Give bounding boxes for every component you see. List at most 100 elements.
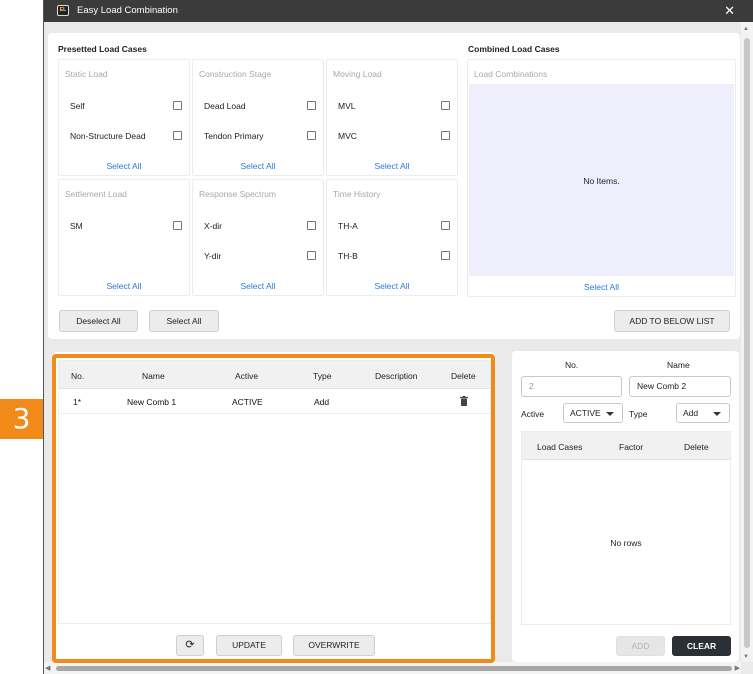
- select-all-link[interactable]: Select All: [468, 282, 735, 292]
- checkbox[interactable]: [307, 251, 316, 260]
- scroll-right-icon[interactable]: ▶: [735, 664, 740, 672]
- table-row[interactable]: 1* New Comb 1 ACTIVE Add: [59, 390, 490, 414]
- scroll-left-icon[interactable]: ◀: [45, 664, 50, 672]
- table-header: No. Name Active Type Description Delete: [59, 361, 490, 389]
- checkbox[interactable]: [307, 101, 316, 110]
- select-all-link[interactable]: Select All: [193, 161, 323, 171]
- load-case-label: TH-A: [338, 221, 358, 231]
- table-header: Load Cases Factor Delete: [522, 432, 730, 460]
- group-title: Construction Stage: [199, 69, 272, 79]
- load-cases-panel: Presetted Load Cases Combined Load Cases…: [48, 33, 740, 339]
- load-case-mvc[interactable]: MVC: [338, 130, 450, 142]
- horizontal-scrollbar[interactable]: ◀ ▶: [44, 662, 741, 674]
- name-label: Name: [667, 360, 690, 370]
- combined-load-cases-box: Load Combinations No Items. Select All: [467, 59, 736, 297]
- checkbox[interactable]: [173, 131, 182, 140]
- name-input[interactable]: New Comb 2: [629, 376, 731, 397]
- trash-icon[interactable]: [460, 396, 468, 406]
- load-case-non-structure-dead[interactable]: Non-Structure Dead: [70, 130, 182, 142]
- cell-name: New Comb 1: [127, 397, 177, 407]
- load-case-label: MVL: [338, 101, 356, 111]
- type-label: Type: [629, 409, 648, 419]
- active-select[interactable]: ACTIVE: [563, 403, 623, 423]
- load-case-label: SM: [70, 221, 83, 231]
- vertical-scrollbar[interactable]: ▲ ▼: [741, 22, 753, 662]
- scroll-thumb[interactable]: [744, 38, 750, 648]
- cell-type: Add: [314, 397, 330, 407]
- select-all-link[interactable]: Select All: [193, 281, 323, 291]
- group-title: Response Spectrum: [199, 189, 277, 199]
- add-button[interactable]: ADD: [616, 636, 665, 656]
- load-case-label: Non-Structure Dead: [70, 131, 146, 141]
- active-select-value: ACTIVE: [570, 408, 601, 418]
- column-header-factor: Factor: [619, 442, 644, 452]
- column-header-no: No.: [71, 371, 85, 381]
- checkbox[interactable]: [441, 221, 450, 230]
- load-case-self[interactable]: Self: [70, 100, 182, 112]
- load-case-label: Dead Load: [204, 101, 246, 111]
- no-label: No.: [565, 360, 579, 370]
- select-all-link[interactable]: Select All: [59, 281, 189, 291]
- cell-active: ACTIVE: [232, 397, 263, 407]
- group-moving-load: Moving Load MVL MVC Select All: [326, 59, 458, 176]
- checkbox[interactable]: [307, 221, 316, 230]
- group-time-history: Time History TH-A TH-B Select All: [326, 179, 458, 296]
- checkbox[interactable]: [441, 101, 450, 110]
- overwrite-button[interactable]: OVERWRITE: [293, 635, 375, 656]
- presetted-title: Presetted Load Cases: [58, 44, 147, 54]
- checkbox[interactable]: [441, 131, 450, 140]
- select-all-link[interactable]: Select All: [327, 161, 457, 171]
- caret-down-icon: [606, 412, 614, 416]
- select-all-link[interactable]: Select All: [59, 161, 189, 171]
- no-input[interactable]: 2: [521, 376, 622, 397]
- checkbox[interactable]: [173, 221, 182, 230]
- type-select[interactable]: Add: [676, 403, 730, 423]
- window-title: Easy Load Combination: [77, 5, 178, 16]
- load-case-label: TH-B: [338, 251, 358, 261]
- load-case-th-b[interactable]: TH-B: [338, 250, 450, 262]
- group-title: Moving Load: [333, 69, 382, 79]
- select-all-button[interactable]: Select All: [149, 310, 219, 332]
- group-response-spectrum: Response Spectrum X-dir Y-dir Select All: [192, 179, 324, 296]
- load-combinations-list[interactable]: No Items.: [469, 84, 734, 276]
- load-case-label: Self: [70, 101, 85, 111]
- background-strip: [0, 0, 44, 674]
- load-case-y-dir[interactable]: Y-dir: [204, 250, 316, 262]
- scroll-down-icon[interactable]: ▼: [743, 654, 749, 660]
- load-case-th-a[interactable]: TH-A: [338, 220, 450, 232]
- load-case-x-dir[interactable]: X-dir: [204, 220, 316, 232]
- column-header-name: Name: [142, 371, 165, 381]
- checkbox[interactable]: [441, 251, 450, 260]
- scroll-thumb[interactable]: [56, 666, 732, 671]
- load-case-tendon-primary[interactable]: Tendon Primary: [204, 130, 316, 142]
- load-combinations-title: Load Combinations: [474, 69, 548, 79]
- clear-button[interactable]: CLEAR: [672, 636, 731, 656]
- group-title: Static Load: [65, 69, 108, 79]
- load-cases-table: Load Cases Factor Delete No rows: [521, 431, 731, 625]
- column-header-delete: Delete: [684, 442, 709, 452]
- load-case-dead-load[interactable]: Dead Load: [204, 100, 316, 112]
- deselect-all-button[interactable]: Deselect All: [59, 310, 138, 332]
- refresh-button[interactable]: ⟳: [176, 635, 204, 656]
- checkbox[interactable]: [173, 101, 182, 110]
- group-title: Settlement Load: [65, 189, 127, 199]
- select-all-link[interactable]: Select All: [327, 281, 457, 291]
- cell-no: 1*: [73, 397, 82, 407]
- update-button[interactable]: UPDATE: [216, 635, 282, 656]
- group-static-load: Static Load Self Non-Structure Dead Sele…: [58, 59, 190, 176]
- empty-message: No rows: [610, 538, 642, 548]
- caret-down-icon: [713, 412, 721, 416]
- step-badge: 3: [0, 399, 43, 439]
- type-select-value: Add: [683, 408, 699, 418]
- add-to-below-list-button[interactable]: ADD TO BELOW LIST: [614, 310, 730, 332]
- scroll-up-icon[interactable]: ▲: [743, 26, 749, 32]
- group-title: Time History: [333, 189, 381, 199]
- load-case-mvl[interactable]: MVL: [338, 100, 450, 112]
- column-header-delete: Delete: [451, 371, 476, 381]
- load-case-label: Tendon Primary: [204, 131, 264, 141]
- close-icon[interactable]: ✕: [724, 3, 735, 19]
- combination-table: No. Name Active Type Description Delete …: [58, 360, 491, 624]
- checkbox[interactable]: [307, 131, 316, 140]
- column-header-active: Active: [235, 371, 259, 381]
- load-case-sm[interactable]: SM: [70, 220, 182, 232]
